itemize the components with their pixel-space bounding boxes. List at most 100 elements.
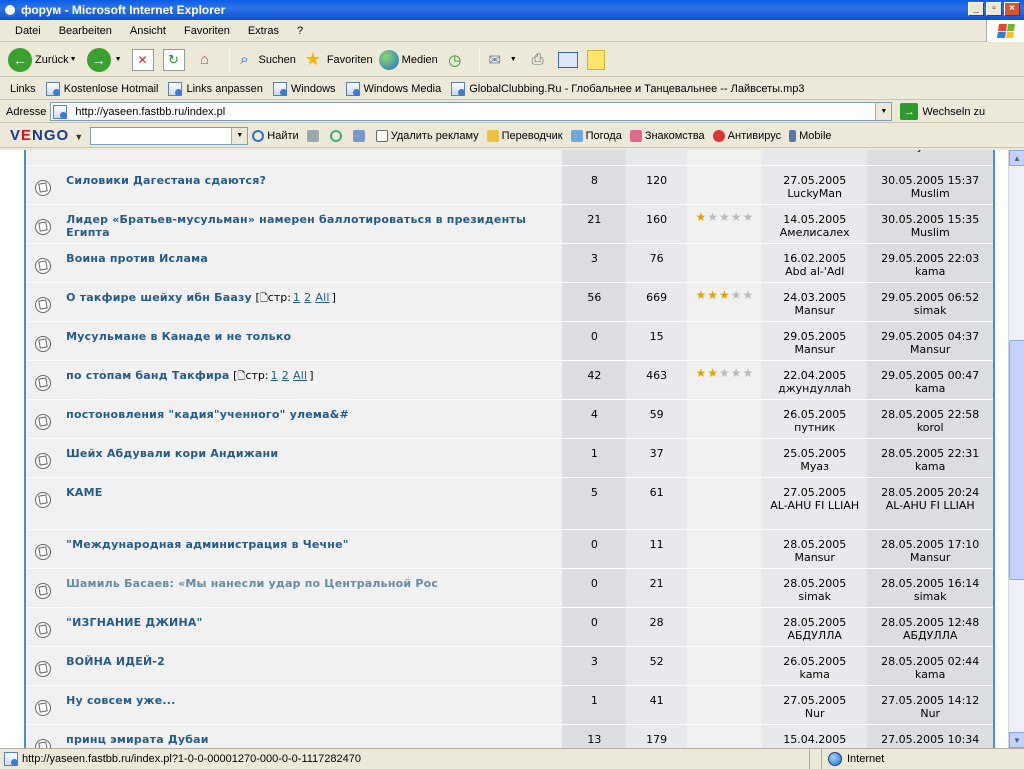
scrollbar-thumb[interactable] <box>1009 340 1024 580</box>
topic-starter[interactable]: Mansur <box>762 150 867 153</box>
topic-link[interactable]: "Международная администрация в Чечне" <box>66 538 349 551</box>
back-button[interactable]: ← Zurück ▼ <box>8 47 81 72</box>
topic-link[interactable]: Шамиль Басаев: «Мы нанесли удар по Центр… <box>66 577 438 590</box>
vengo-key-button[interactable] <box>352 129 368 142</box>
vengo-menu-icon[interactable]: ▼ <box>74 132 84 142</box>
topic-starter[interactable]: simak <box>762 590 867 603</box>
topic-link[interactable]: Лидер «Братьев-мусульман» намерен баллот… <box>66 213 526 239</box>
topic-starter[interactable]: джундуллаh <box>762 382 867 395</box>
topic-last-user[interactable]: kama <box>867 265 993 278</box>
maximize-button[interactable]: ▫ <box>986 2 1002 16</box>
scroll-up-icon[interactable]: ▲ <box>1009 150 1024 166</box>
menu-favoriten[interactable]: Favoriten <box>175 25 239 37</box>
topic-link[interactable]: Воина против Ислама <box>66 252 208 265</box>
topic-page-link[interactable]: 1 <box>293 291 300 304</box>
go-button[interactable]: → Wechseln zu <box>900 103 985 120</box>
topic-last-user[interactable]: АБДУЛЛА <box>867 629 993 642</box>
topic-page-link[interactable]: 2 <box>304 291 311 304</box>
topic-page-link[interactable]: All <box>293 369 307 382</box>
media-button[interactable]: Medien <box>378 49 438 70</box>
topic-last-user[interactable]: путник <box>867 150 993 153</box>
vengo-tool-button[interactable] <box>306 129 322 142</box>
topic-last-user[interactable]: korol <box>867 421 993 434</box>
address-input[interactable]: http://yaseen.fastbb.ru/index.pl ▼ <box>50 102 893 121</box>
topic-link[interactable]: по стопам банд Такфира <box>66 369 229 382</box>
menu-help[interactable]: ? <box>288 25 312 37</box>
edit-button[interactable] <box>557 51 581 68</box>
menu-extras[interactable]: Extras <box>239 25 288 37</box>
topic-last-user[interactable]: Mansur <box>867 551 993 564</box>
topic-last-user[interactable]: Muslim <box>867 187 993 200</box>
translator-button[interactable]: Переводчик <box>486 129 563 142</box>
topic-last-user[interactable]: simak <box>867 304 993 317</box>
topic-starter[interactable]: LuckyMan <box>762 187 867 200</box>
scroll-down-icon[interactable]: ▼ <box>1009 732 1024 748</box>
vertical-scrollbar[interactable]: ▲ ▼ <box>1008 150 1024 748</box>
forward-button[interactable]: → ▼ <box>86 47 126 72</box>
favorites-button[interactable]: ★ Favoriten <box>302 49 373 71</box>
topic-link[interactable]: принц эмирата Дубаи <box>66 733 209 746</box>
minimize-button[interactable]: _ <box>968 2 984 16</box>
menu-ansicht[interactable]: Ansicht <box>121 25 175 37</box>
mail-dropdown-icon[interactable]: ▼ <box>510 56 517 63</box>
topic-starter[interactable]: kama <box>762 668 867 681</box>
print-button[interactable]: ⎙ <box>527 49 552 71</box>
menu-datei[interactable]: Datei <box>6 25 50 37</box>
weather-button[interactable]: Погода <box>570 129 622 142</box>
topic-last-user[interactable]: Mansur <box>867 343 993 356</box>
topic-link[interactable]: постоновления "кадия"ученного" улема&# <box>66 408 349 421</box>
topic-last-user[interactable]: Muslim <box>867 226 993 239</box>
mail-button[interactable]: ✉ ▼ <box>484 49 521 71</box>
topic-page-link[interactable]: 1 <box>271 369 278 382</box>
topic-starter[interactable]: Abd al-'Adl <box>762 265 867 278</box>
topic-link[interactable]: Силовики Дагестана сдаются? <box>66 174 266 187</box>
topic-last-user[interactable]: simak <box>867 590 993 603</box>
topic-last-user[interactable]: kama <box>867 382 993 395</box>
topic-link[interactable]: Мусульмане в Канаде и не только <box>66 330 291 343</box>
vengo-search-input[interactable]: ▼ <box>90 126 249 145</box>
mobile-button[interactable]: Mobile <box>789 129 832 142</box>
dating-button[interactable]: Знакомства <box>629 129 705 142</box>
vengo-search-dropdown-icon[interactable]: ▼ <box>231 127 248 144</box>
topic-last-user[interactable]: kama <box>867 668 993 681</box>
back-dropdown-icon[interactable]: ▼ <box>70 56 77 63</box>
forward-dropdown-icon[interactable]: ▼ <box>115 56 122 63</box>
topic-starter[interactable]: Муаз <box>762 460 867 473</box>
link-globalclubbing[interactable]: GlobalClubbing.Ru - Глобальнее и Танцева… <box>451 81 804 96</box>
topic-link[interactable]: О такфире шейху ибн Баазу <box>66 291 252 304</box>
vengo-logo[interactable]: VENGO ▼ <box>10 127 84 144</box>
close-button[interactable]: × <box>1004 2 1020 16</box>
topic-starter[interactable]: Mansur <box>762 343 867 356</box>
refresh-button[interactable]: ↻ <box>162 48 188 71</box>
topic-last-user[interactable]: kama <box>867 460 993 473</box>
topic-starter[interactable]: AL-AHU FI LLIAH <box>762 499 867 512</box>
topic-starter[interactable]: Nur <box>762 707 867 720</box>
vengo-find-button[interactable]: Найти <box>252 129 299 142</box>
stop-button[interactable]: ✕ <box>131 48 157 71</box>
menu-bearbeiten[interactable]: Bearbeiten <box>50 25 121 37</box>
antivirus-button[interactable]: Антивирус <box>712 129 781 142</box>
topic-page-link[interactable]: All <box>315 291 329 304</box>
topic-starter[interactable]: Mansur <box>762 551 867 564</box>
link-windows-media[interactable]: Windows Media <box>345 81 441 96</box>
topic-last-user[interactable]: AL-AHU FI LLIAH <box>867 499 993 512</box>
topic-link[interactable]: "ИЗГНАНИЕ ДЖИНА" <box>66 616 202 629</box>
topic-page-link[interactable]: 2 <box>282 369 289 382</box>
search-button[interactable]: ⌕ Suchen <box>234 49 296 71</box>
link-customize[interactable]: Links anpassen <box>168 81 263 96</box>
history-button[interactable]: ◷ <box>444 49 469 71</box>
topic-link[interactable]: Шейх Абдували кори Андижани <box>66 447 278 460</box>
topic-starter[interactable]: путник <box>762 421 867 434</box>
topic-link[interactable]: KAME <box>66 486 102 499</box>
topic-starter[interactable]: Амелисалех <box>762 226 867 239</box>
topic-link[interactable]: ВОЙНА ИДЕЙ-2 <box>66 655 165 668</box>
address-dropdown-icon[interactable]: ▼ <box>875 103 892 120</box>
note-button[interactable] <box>586 49 608 70</box>
topic-starter[interactable]: АБДУЛЛА <box>762 629 867 642</box>
topic-starter[interactable]: Mansur <box>762 304 867 317</box>
remove-ads-button[interactable]: Удалить рекламу <box>375 129 479 142</box>
link-hotmail[interactable]: Kostenlose Hotmail <box>45 81 158 96</box>
topic-last-user[interactable]: Nur <box>867 707 993 720</box>
home-button[interactable]: ⌂ <box>194 49 219 71</box>
vengo-zoom-button[interactable] <box>329 129 345 142</box>
